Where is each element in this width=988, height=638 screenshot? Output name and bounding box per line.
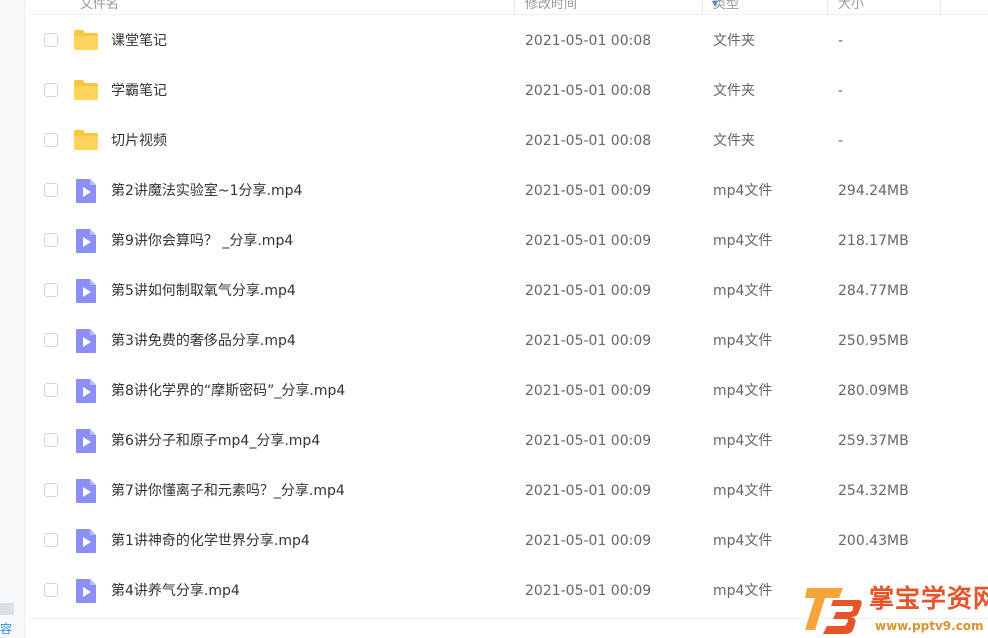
file-type: mp4文件: [713, 333, 773, 349]
file-modified-time: 2021-05-01 00:09: [525, 483, 652, 499]
file-modified-time: 2021-05-01 00:09: [525, 533, 652, 549]
file-modified-time: 2021-05-01 00:08: [525, 33, 652, 49]
folder-icon: [73, 129, 99, 155]
file-type: 文件夹: [713, 133, 755, 149]
header-separator: [827, 0, 828, 14]
file-name[interactable]: 学霸笔记: [111, 81, 167, 101]
file-size: 250.95MB: [838, 333, 909, 349]
file-row[interactable]: 第7讲你懂离子和元素吗？_分享.mp4 2021-05-01 00:09 mp4文件…: [30, 466, 988, 516]
header-separator: [514, 0, 515, 14]
file-modified-time: 2021-05-01 00:08: [525, 133, 652, 149]
file-size: 218.17MB: [838, 233, 909, 249]
row-checkbox[interactable]: [44, 583, 58, 597]
file-type: 文件夹: [713, 33, 755, 49]
file-row[interactable]: 切片视频 2021-05-01 00:08 文件夹 -: [30, 116, 988, 166]
file-type: mp4文件: [713, 183, 773, 199]
row-checkbox[interactable]: [44, 433, 58, 447]
file-name[interactable]: 第8讲化学界的“摩斯密码”_分享.mp4: [111, 381, 345, 401]
video-file-icon: [75, 178, 97, 208]
header-separator: [702, 0, 703, 14]
file-modified-time: 2021-05-01 00:09: [525, 333, 652, 349]
file-name[interactable]: 第4讲养气分享.mp4: [111, 581, 240, 601]
file-row[interactable]: 课堂笔记 2021-05-01 00:08 文件夹 -: [30, 16, 988, 66]
file-modified-time: 2021-05-01 00:09: [525, 433, 652, 449]
file-type: mp4文件: [713, 583, 773, 599]
file-name[interactable]: 第6讲分子和原子mp4_分享.mp4: [111, 431, 320, 451]
row-checkbox[interactable]: [44, 333, 58, 347]
file-row[interactable]: 第2讲魔法实验室~1分享.mp4 2021-05-01 00:09 mp4文件 294…: [30, 166, 988, 216]
row-checkbox[interactable]: [44, 33, 58, 47]
row-checkbox[interactable]: [44, 383, 58, 397]
video-file-icon: [75, 528, 97, 558]
video-file-icon: [75, 428, 97, 458]
file-modified-time: 2021-05-01 00:08: [525, 83, 652, 99]
file-type: mp4文件: [713, 283, 773, 299]
file-row[interactable]: 第1讲神奇的化学世界分享.mp4 2021-05-01 00:09 mp4文件 200…: [30, 516, 988, 566]
video-file-icon: [75, 478, 97, 508]
row-checkbox[interactable]: [44, 83, 58, 97]
watermark-title: 掌宝学资网: [869, 584, 988, 613]
file-name[interactable]: 第7讲你懂离子和元素吗？_分享.mp4: [111, 481, 345, 501]
file-row[interactable]: 学霸笔记 2021-05-01 00:08 文件夹 -: [30, 66, 988, 116]
file-type: 文件夹: [713, 83, 755, 99]
video-file-icon: [75, 328, 97, 358]
file-modified-time: 2021-05-01 00:09: [525, 583, 652, 599]
row-checkbox[interactable]: [44, 483, 58, 497]
row-checkbox[interactable]: [44, 183, 58, 197]
file-name[interactable]: 第1讲神奇的化学世界分享.mp4: [111, 531, 310, 551]
file-type: mp4文件: [713, 383, 773, 399]
file-row[interactable]: 第9讲你会算吗？ _分享.mp4 2021-05-01 00:09 mp4文件 218…: [30, 216, 988, 266]
watermark: 掌宝学资网 www.pptv9.com: [803, 582, 988, 638]
video-file-icon: [75, 378, 97, 408]
file-type: mp4文件: [713, 433, 773, 449]
row-checkbox[interactable]: [44, 283, 58, 297]
file-size: 259.37MB: [838, 433, 909, 449]
file-row[interactable]: 第5讲如何制取氧气分享.mp4 2021-05-01 00:09 mp4文件 284.…: [30, 266, 988, 316]
file-list-header: 文件名 修改时间 ▼ 类型 大小: [30, 0, 988, 15]
file-type: mp4文件: [713, 483, 773, 499]
file-modified-time: 2021-05-01 00:09: [525, 383, 652, 399]
header-type[interactable]: 类型: [713, 0, 739, 12]
file-row[interactable]: 第6讲分子和原子mp4_分享.mp4 2021-05-01 00:09 mp4文件 2…: [30, 416, 988, 466]
file-name[interactable]: 第2讲魔法实验室~1分享.mp4: [111, 181, 302, 201]
left-sidebar-strip: 容: [0, 0, 25, 638]
row-checkbox[interactable]: [44, 533, 58, 547]
sidebar-scroll-box[interactable]: [0, 603, 14, 615]
file-name[interactable]: 第3讲免费的奢侈品分享.mp4: [111, 331, 296, 351]
header-name[interactable]: 文件名: [80, 0, 119, 12]
file-name[interactable]: 课堂笔记: [111, 31, 167, 51]
row-checkbox[interactable]: [44, 133, 58, 147]
file-type: mp4文件: [713, 533, 773, 549]
file-size: -: [838, 133, 844, 149]
header-separator: [940, 0, 941, 14]
file-modified-time: 2021-05-01 00:09: [525, 183, 652, 199]
row-checkbox[interactable]: [44, 233, 58, 247]
file-row[interactable]: 第3讲免费的奢侈品分享.mp4 2021-05-01 00:09 mp4文件 250.…: [30, 316, 988, 366]
watermark-url: www.pptv9.com: [875, 619, 984, 633]
watermark-logo-icon: [805, 588, 862, 634]
header-modified-time[interactable]: 修改时间: [525, 0, 577, 12]
file-name[interactable]: 第5讲如何制取氧气分享.mp4: [111, 281, 296, 301]
folder-icon: [73, 79, 99, 105]
file-name[interactable]: 切片视频: [111, 131, 167, 151]
file-type: mp4文件: [713, 233, 773, 249]
file-row[interactable]: 第8讲化学界的“摩斯密码”_分享.mp4 2021-05-01 00:09 mp4文…: [30, 366, 988, 416]
video-file-icon: [75, 578, 97, 608]
video-file-icon: [75, 278, 97, 308]
file-size: 200.43MB: [838, 533, 909, 549]
video-file-icon: [75, 228, 97, 258]
file-size: 284.77MB: [838, 283, 909, 299]
file-size: 280.09MB: [838, 383, 909, 399]
file-size: 294.24MB: [838, 183, 909, 199]
folder-icon: [73, 29, 99, 55]
file-name[interactable]: 第9讲你会算吗？ _分享.mp4: [111, 231, 293, 251]
file-size: -: [838, 83, 844, 99]
header-size[interactable]: 大小: [838, 0, 864, 12]
file-size: -: [838, 33, 844, 49]
file-modified-time: 2021-05-01 00:09: [525, 283, 652, 299]
file-modified-time: 2021-05-01 00:09: [525, 233, 652, 249]
sidebar-text[interactable]: 容: [0, 620, 12, 638]
file-size: 254.32MB: [838, 483, 909, 499]
